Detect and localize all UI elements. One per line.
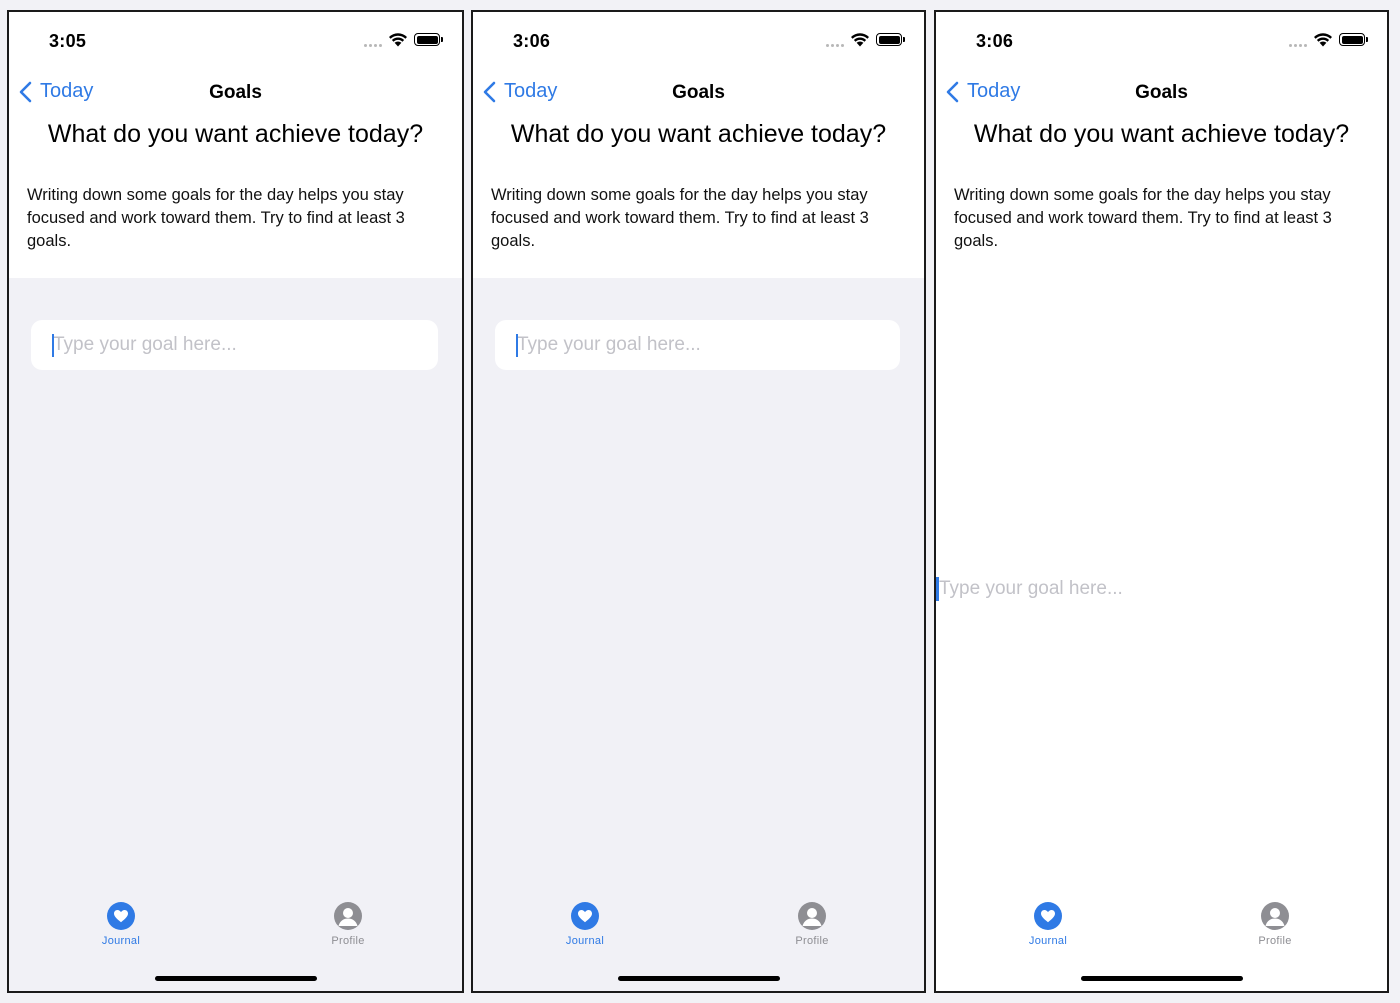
wifi-icon <box>1314 33 1332 47</box>
phone-screen: 3:06 Today Goals What do you want achiev… <box>471 10 926 993</box>
phone-screen: 3:06 Today Goals What do you want achiev… <box>934 10 1389 993</box>
cellular-signal-icon <box>826 33 844 47</box>
battery-icon <box>876 33 905 46</box>
wifi-icon <box>389 33 407 47</box>
home-indicator[interactable] <box>1080 976 1243 981</box>
status-time: 3:05 <box>49 31 87 51</box>
status-icons <box>826 32 905 47</box>
chevron-left-icon <box>483 81 496 102</box>
tab-label: Profile <box>1258 935 1292 947</box>
tab-journal[interactable]: Journal <box>1008 902 1088 947</box>
tab-label: Profile <box>795 935 829 947</box>
status-icons <box>1289 32 1368 47</box>
cellular-signal-icon <box>364 33 382 47</box>
back-button-label: Today <box>504 80 558 102</box>
battery-icon <box>1339 33 1368 46</box>
goal-input[interactable] <box>517 334 900 356</box>
tab-label: Journal <box>1028 935 1068 947</box>
chevron-left-icon <box>946 81 959 102</box>
back-button[interactable]: Today <box>946 80 1020 103</box>
back-button[interactable]: Today <box>483 80 557 103</box>
page-heading: What do you want achieve today? <box>47 120 424 148</box>
status-time: 3:06 <box>513 31 551 51</box>
tab-profile[interactable]: Profile <box>1235 902 1315 947</box>
status-icons <box>364 32 443 47</box>
tab-label: Journal <box>101 935 141 947</box>
goal-input-field[interactable] <box>495 320 900 370</box>
description-text: Writing down some goals for the day help… <box>954 186 1332 250</box>
page-heading: What do you want achieve today? <box>510 120 887 148</box>
heart-icon <box>571 902 599 930</box>
person-icon <box>798 902 826 930</box>
battery-icon <box>414 33 443 46</box>
phone-screen: 3:05 Today Goals What do you want achiev… <box>7 10 464 993</box>
person-icon <box>334 902 362 930</box>
back-button[interactable]: Today <box>19 80 93 103</box>
tab-journal[interactable]: Journal <box>545 902 625 947</box>
goal-input[interactable] <box>939 578 1387 600</box>
content-background <box>936 278 1387 991</box>
goal-input-field[interactable] <box>936 574 1387 604</box>
tab-label: Journal <box>565 935 605 947</box>
tab-bar: Journal Profile <box>473 902 924 962</box>
back-button-label: Today <box>40 80 94 102</box>
tab-profile[interactable]: Profile <box>772 902 852 947</box>
home-indicator[interactable] <box>617 976 780 981</box>
content-background <box>9 278 462 991</box>
goal-input[interactable] <box>53 334 438 356</box>
wifi-icon <box>851 33 869 47</box>
chevron-left-icon <box>19 81 32 102</box>
page-heading: What do you want achieve today? <box>973 120 1350 148</box>
description-text: Writing down some goals for the day help… <box>491 186 869 250</box>
text-cursor <box>52 334 54 357</box>
tab-label: Profile <box>331 935 365 947</box>
text-cursor <box>936 577 939 601</box>
home-indicator[interactable] <box>154 976 317 981</box>
back-button-label: Today <box>967 80 1021 102</box>
text-cursor <box>516 334 518 357</box>
tab-journal[interactable]: Journal <box>81 902 161 947</box>
tab-bar: Journal Profile <box>9 902 462 962</box>
heart-icon <box>1034 902 1062 930</box>
heart-icon <box>107 902 135 930</box>
person-icon <box>1261 902 1289 930</box>
cellular-signal-icon <box>1289 33 1307 47</box>
tab-profile[interactable]: Profile <box>308 902 388 947</box>
description-text: Writing down some goals for the day help… <box>27 186 405 250</box>
tab-bar: Journal Profile <box>936 902 1387 962</box>
content-background <box>473 278 924 991</box>
status-time: 3:06 <box>976 31 1014 51</box>
goal-input-field[interactable] <box>31 320 438 370</box>
